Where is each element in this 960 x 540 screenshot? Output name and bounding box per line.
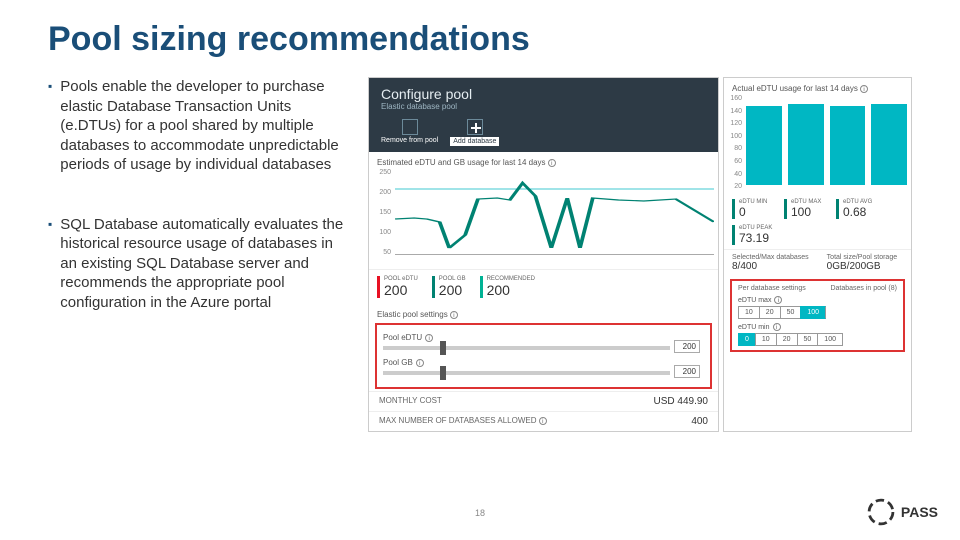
estimate-kpis: POOL eDTU200 POOL GB200 RECOMMENDED200 <box>369 269 718 304</box>
remove-from-pool-button[interactable]: Remove from pool <box>381 119 438 146</box>
add-icon <box>467 119 483 135</box>
remove-icon <box>402 119 418 135</box>
actual-bar-chart: 160 140 120 100 80 60 40 20 <box>724 95 911 195</box>
actual-usage-panel: Actual eDTU usage for last 14 days i 160… <box>723 77 912 432</box>
bullet-marker: ▪ <box>48 79 52 175</box>
actual-label: Actual eDTU usage for last 14 days i <box>724 78 911 95</box>
bullet-marker: ▪ <box>48 217 52 313</box>
estimated-chart: 250 200 150 100 50 <box>369 169 718 269</box>
pool-gb-slider[interactable]: Pool GB i 200 <box>383 358 704 375</box>
pool-settings-highlight: Pool eDTU i 200 Pool GB i 200 <box>375 323 712 389</box>
bullet-text-1: Pools enable the developer to purchase e… <box>60 77 348 175</box>
bullets-column: ▪ Pools enable the developer to purchase… <box>48 77 348 432</box>
pass-logo: PASS <box>867 498 938 526</box>
configure-pool-panel: Configure pool Elastic database pool Rem… <box>368 77 719 432</box>
bullet-1: ▪ Pools enable the developer to purchase… <box>48 77 348 175</box>
per-db-settings-highlight: Per database settings Databases in pool … <box>730 279 905 352</box>
bullet-text-2: SQL Database automatically evaluates the… <box>60 215 348 313</box>
pool-settings-label: Elastic pool settings i <box>369 304 718 321</box>
panel-subtitle: Elastic database pool <box>381 102 706 111</box>
pool-edtu-slider[interactable]: Pool eDTU i 200 <box>383 333 704 350</box>
add-database-button[interactable]: Add database <box>450 119 499 146</box>
max-db-allowed: MAX NUMBER OF DATABASES ALLOWED i 400 <box>369 411 718 431</box>
screenshot: Configure pool Elastic database pool Rem… <box>368 77 912 432</box>
actual-kpis: eDTU MIN0 eDTU MAX100 eDTU AVG0.68 eDTU … <box>724 195 911 249</box>
panel-header: Configure pool Elastic database pool Rem… <box>369 78 718 152</box>
page-number: 18 <box>475 508 485 518</box>
panel-title: Configure pool <box>381 86 706 102</box>
edtu-max-segment[interactable]: 10 20 50 100 <box>738 306 897 319</box>
pool-capacity: Selected/Max databases8/400 Total size/P… <box>724 249 911 276</box>
edtu-min-segment[interactable]: 0 10 20 50 100 <box>738 333 897 346</box>
monthly-cost: MONTHLY COST USD 449.90 <box>369 391 718 411</box>
slide-title: Pool sizing recommendations <box>48 20 912 59</box>
estimated-label: Estimated eDTU and GB usage for last 14 … <box>369 152 718 169</box>
bullet-2: ▪ SQL Database automatically evaluates t… <box>48 215 348 313</box>
